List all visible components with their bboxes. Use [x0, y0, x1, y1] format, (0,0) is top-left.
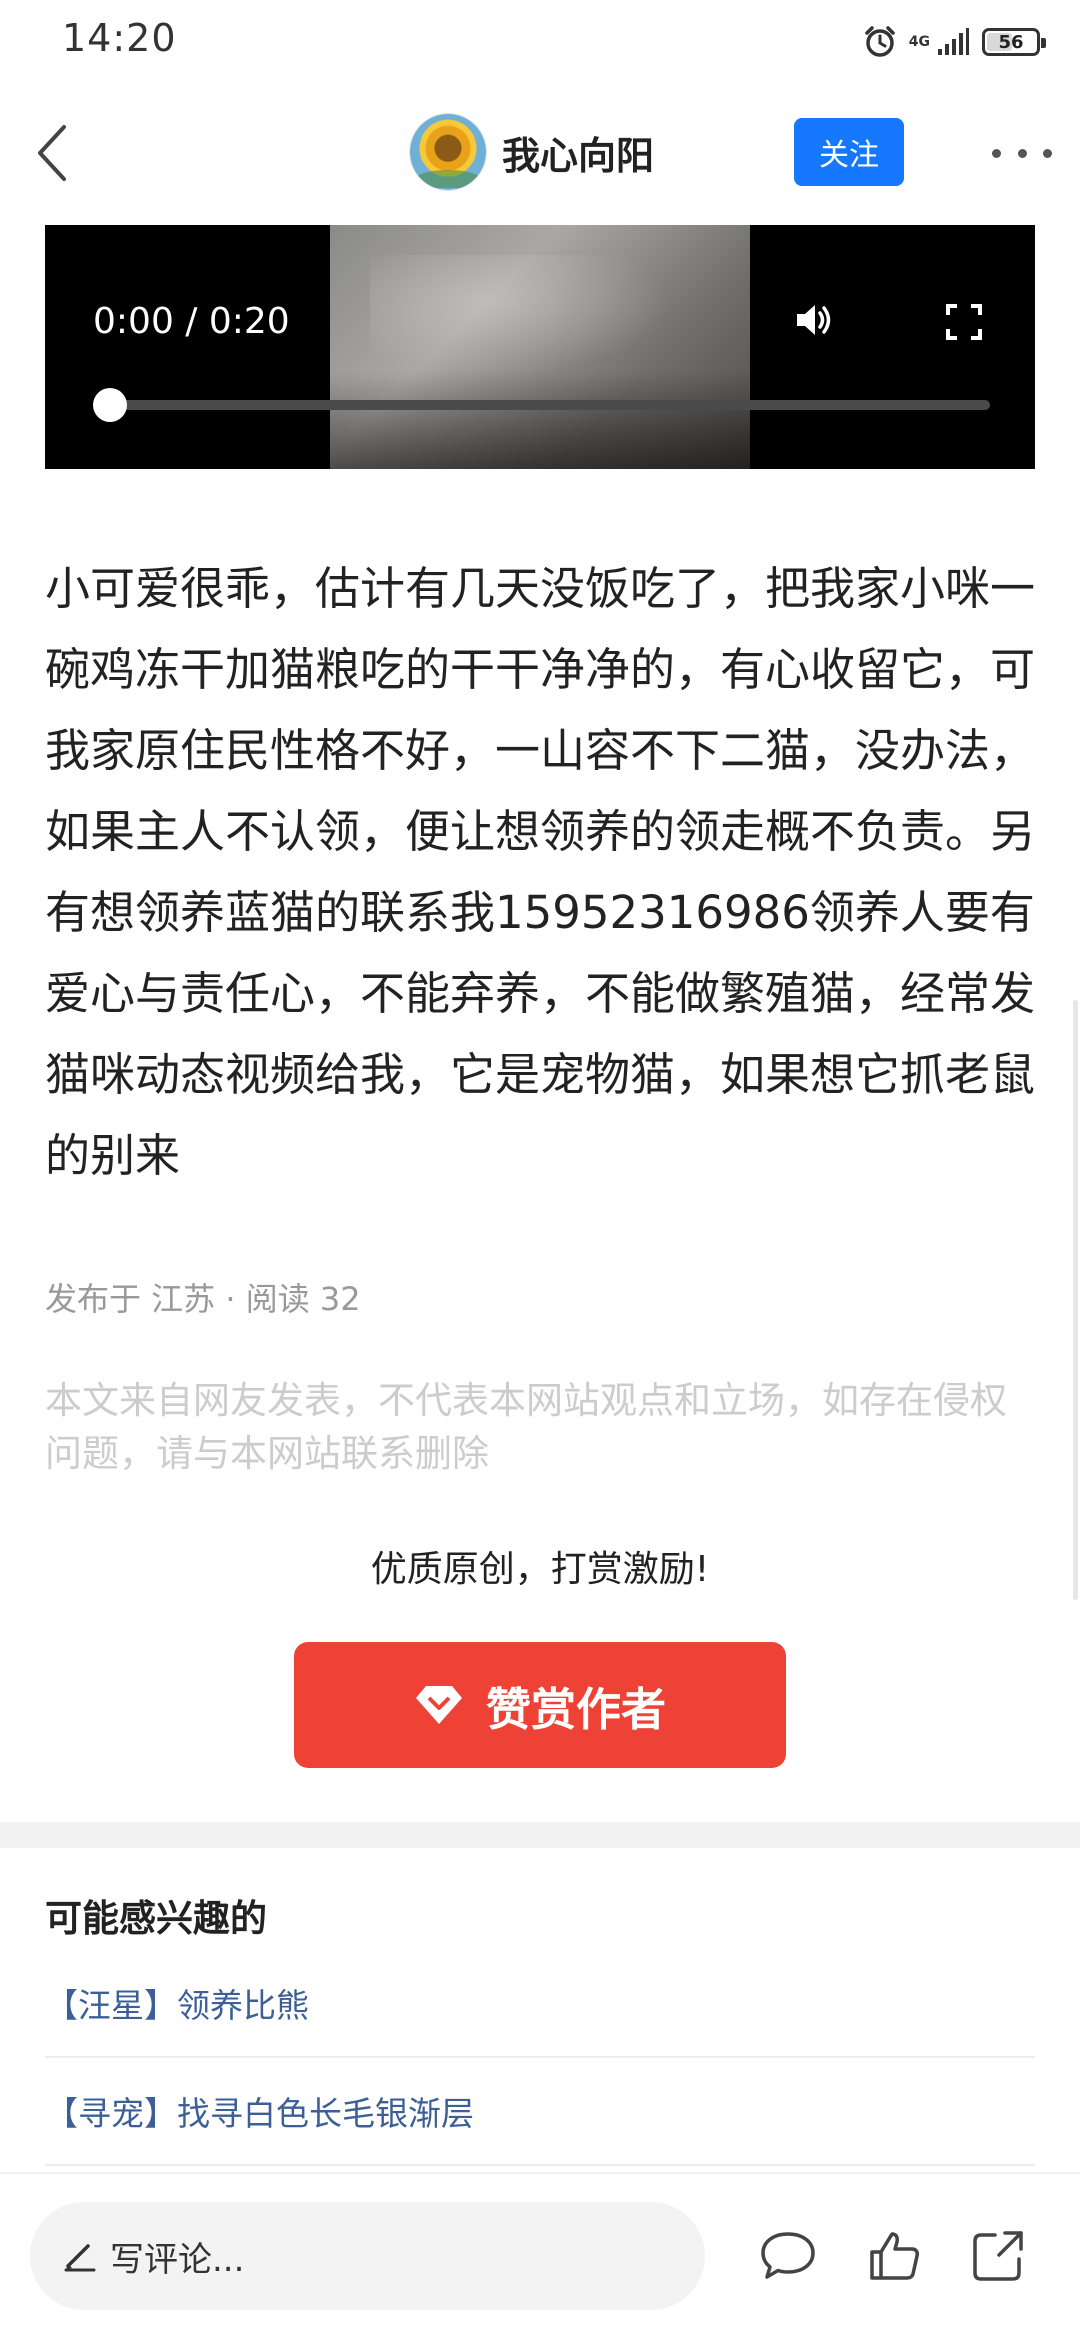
video-player[interactable]: 0:00 / 0:20 [45, 225, 1035, 469]
share-button[interactable] [966, 2224, 1030, 2288]
video-progress-bar[interactable] [93, 388, 990, 422]
video-frame[interactable] [330, 225, 750, 469]
status-time: 14:20 [62, 16, 177, 60]
video-time: 0:00 / 0:20 [93, 301, 290, 342]
author-name[interactable]: 我心向阳 [502, 125, 654, 180]
chevron-left-icon [38, 125, 66, 181]
avatar[interactable] [410, 114, 486, 190]
reward-button-label: 赞赏作者 [485, 1682, 666, 1736]
more-options-button[interactable] [992, 138, 1052, 168]
dot-icon [1017, 148, 1027, 158]
signal-icon [936, 27, 970, 57]
pen-icon [60, 2236, 100, 2276]
dot-icon [1043, 148, 1052, 158]
status-icons: 4G 56 [863, 20, 1046, 64]
disclaimer-text: 本文来自网友发表，不代表本网站观点和立场，如存在侵权问题，请与本网站联系删除 [45, 1379, 1007, 1475]
fullscreen-icon[interactable] [945, 303, 983, 345]
like-button[interactable] [862, 2224, 926, 2288]
comment-button[interactable] [756, 2224, 820, 2288]
article-meta: 发布于 江苏 · 阅读 32 [45, 1280, 361, 1318]
share-icon [973, 2231, 1023, 2281]
author-block[interactable]: 我心向阳 [410, 112, 654, 192]
bottom-bar: 写评论... [0, 2172, 1080, 2342]
network-type-label: 4G [908, 34, 930, 50]
article-body: 小可爱很乖，估计有几天没饭吃了，把我家小咪一碗鸡冻干加猫粮吃的干干净净的，有心收… [45, 562, 1036, 1182]
reward-slogan: 优质原创，打赏激励! [370, 1549, 710, 1590]
status-bar: 14:20 4G 56 [0, 0, 1080, 80]
comment-input[interactable]: 写评论... [30, 2202, 705, 2310]
comment-bubble-icon [761, 2232, 815, 2279]
scrollbar[interactable] [1073, 1000, 1078, 1600]
volume-icon[interactable] [793, 299, 835, 345]
battery-icon: 56 [982, 28, 1046, 56]
related-item[interactable]: 【寻宠】找寻白色长毛银渐层 [45, 2058, 1035, 2166]
battery-percent: 56 [998, 31, 1024, 53]
top-nav: 我心向阳 关注 [0, 90, 1080, 215]
related-section-title: 可能感兴趣的 [45, 1897, 267, 1940]
related-item[interactable]: 【汪星】领养比熊 [45, 1950, 1035, 2058]
follow-button[interactable]: 关注 [794, 118, 904, 186]
comment-placeholder: 写评论... [110, 2239, 245, 2280]
diamond-icon [414, 1684, 464, 1726]
reward-author-button[interactable]: 赞赏作者 [294, 1642, 786, 1768]
back-button[interactable] [22, 118, 82, 188]
dot-icon [992, 148, 1001, 158]
thumbs-up-icon [870, 2232, 919, 2280]
alarm-icon [863, 25, 897, 59]
section-divider [0, 1822, 1080, 1848]
video-progress-thumb[interactable] [93, 388, 127, 422]
